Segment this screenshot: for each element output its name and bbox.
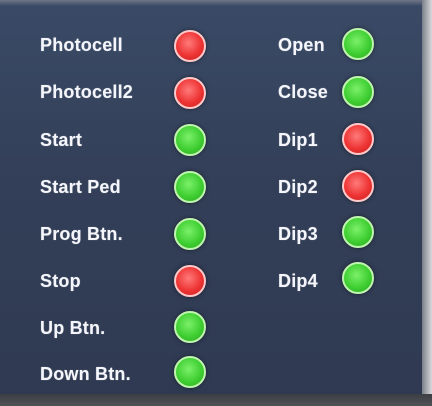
label-prog-btn: Prog Btn. bbox=[40, 224, 123, 244]
label-dip2: Dip2 bbox=[278, 177, 318, 197]
up-btn-indicator-icon bbox=[174, 311, 206, 343]
label-stop: Stop bbox=[40, 271, 81, 291]
close-indicator-icon bbox=[342, 76, 374, 108]
dip2-indicator-icon bbox=[342, 170, 374, 202]
label-start-ped: Start Ped bbox=[40, 177, 121, 197]
photocell-indicator-icon bbox=[174, 30, 206, 62]
label-down-btn: Down Btn. bbox=[40, 364, 131, 384]
status-panel: Photocell Photocell2 Start Start Ped Pro… bbox=[0, 0, 432, 406]
label-start: Start bbox=[40, 130, 83, 150]
prog-btn-indicator-icon bbox=[174, 218, 206, 250]
label-up-btn: Up Btn. bbox=[40, 318, 106, 338]
label-close: Close bbox=[278, 82, 329, 102]
label-dip4: Dip4 bbox=[278, 271, 318, 291]
label-dip1: Dip1 bbox=[278, 130, 318, 150]
screen-bezel-bottom bbox=[0, 394, 432, 406]
start-indicator-icon bbox=[174, 124, 206, 156]
label-photocell2: Photocell2 bbox=[40, 82, 134, 102]
open-indicator-icon bbox=[342, 28, 374, 60]
dip3-indicator-icon bbox=[342, 216, 374, 248]
screen-bezel-right bbox=[422, 0, 432, 406]
stop-indicator-icon bbox=[174, 265, 206, 297]
down-btn-indicator-icon bbox=[174, 356, 206, 388]
dip1-indicator-icon bbox=[342, 123, 374, 155]
label-open: Open bbox=[278, 35, 325, 55]
photocell2-indicator-icon bbox=[174, 77, 206, 109]
label-dip3: Dip3 bbox=[278, 224, 318, 244]
label-photocell: Photocell bbox=[40, 35, 123, 55]
start-ped-indicator-icon bbox=[174, 171, 206, 203]
dip4-indicator-icon bbox=[342, 262, 374, 294]
screen-bezel-top bbox=[0, 0, 432, 6]
